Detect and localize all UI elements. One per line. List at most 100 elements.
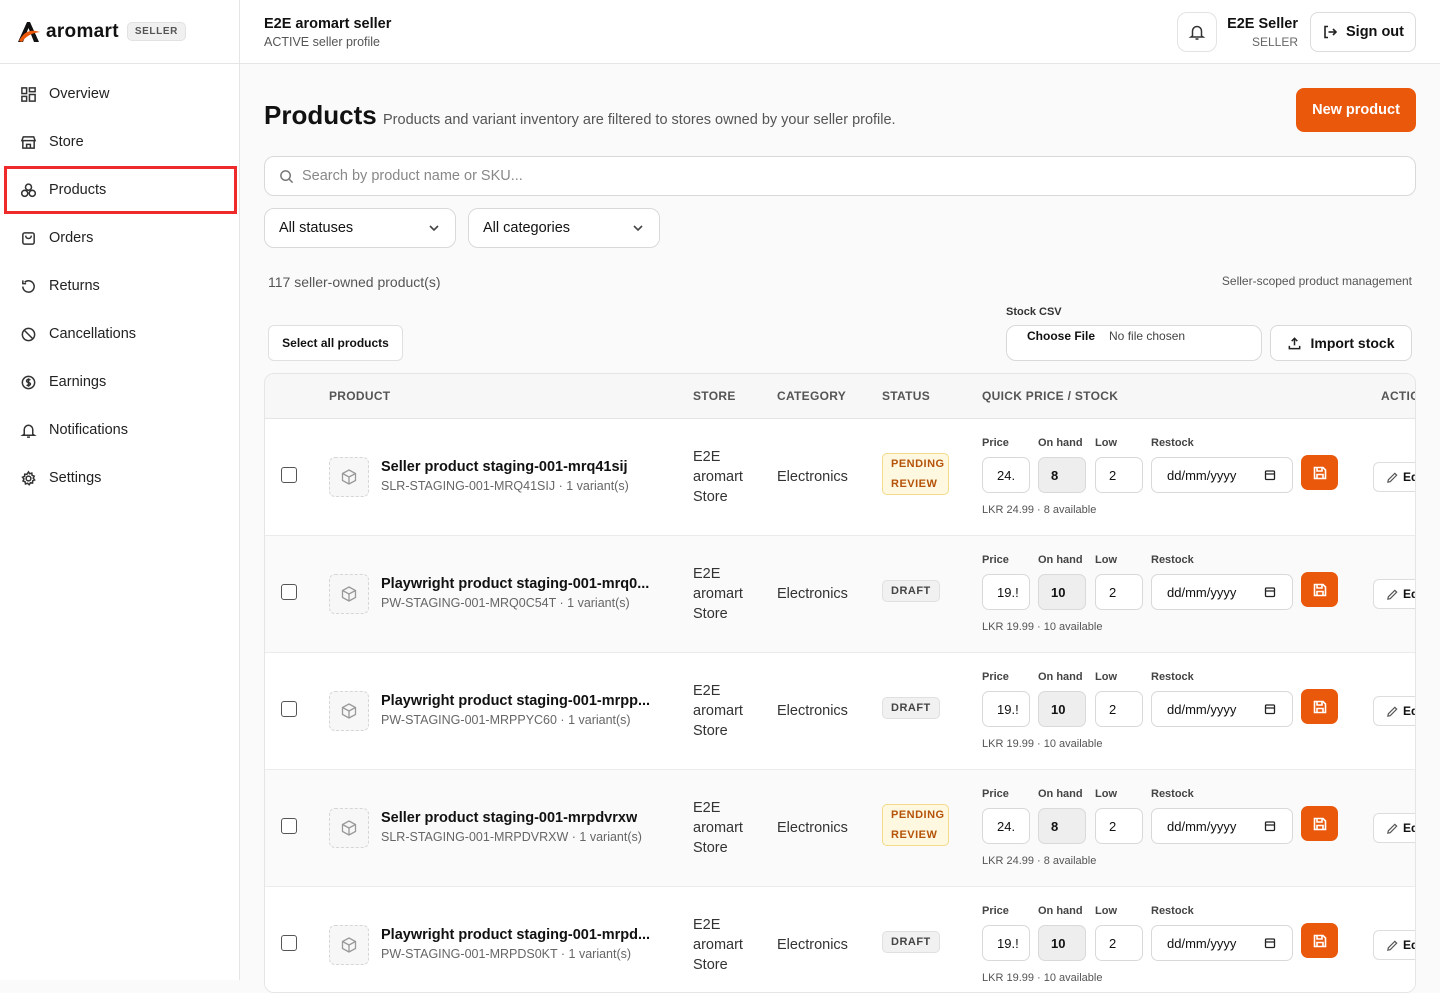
low-stock-input[interactable]: 2	[1095, 691, 1143, 727]
price-input[interactable]: 24.	[982, 457, 1030, 493]
pencil-icon	[1387, 588, 1398, 600]
edit-button[interactable]: Ed	[1373, 696, 1415, 726]
sidebar-item-cancellations[interactable]: Cancellations	[0, 310, 239, 358]
availability-note: LKR 19.99 · 10 available	[982, 621, 1103, 633]
restock-date-input[interactable]: dd/mm/yyyy	[1151, 808, 1293, 844]
table-row: Seller product staging-001-mrpdvrxw SLR-S…	[265, 770, 1415, 887]
restock-date-input[interactable]: dd/mm/yyyy	[1151, 925, 1293, 961]
select-all-button[interactable]: Select all products	[268, 325, 403, 361]
table-row: Playwright product staging-001-mrpp... PW…	[265, 653, 1415, 770]
low-stock-input[interactable]: 2	[1095, 808, 1143, 844]
header-category[interactable]: CATEGORY	[777, 389, 846, 403]
package-icon	[341, 586, 357, 602]
header-product[interactable]: PRODUCT	[329, 389, 390, 403]
header-status[interactable]: STATUS	[882, 389, 930, 403]
calendar-icon	[1264, 938, 1276, 949]
topbar: E2E aromart seller ACTIVE seller profile…	[240, 0, 1440, 64]
notifications-button[interactable]	[1177, 12, 1217, 52]
sidebar-item-earnings[interactable]: Earnings	[0, 358, 239, 406]
price-label: Price	[982, 788, 1009, 800]
ban-icon	[21, 327, 36, 341]
category-filter-select[interactable]: All categories	[468, 208, 660, 248]
edit-button[interactable]: Ed	[1373, 813, 1415, 843]
sidebar-item-orders[interactable]: Orders	[0, 214, 239, 262]
product-thumbnail	[329, 574, 369, 614]
on-hand-input[interactable]: 10	[1038, 925, 1086, 961]
sidebar-item-notifications[interactable]: Notifications	[0, 406, 239, 454]
low-label: Low	[1095, 554, 1117, 566]
calendar-icon	[1264, 587, 1276, 598]
edit-button[interactable]: Ed	[1373, 462, 1415, 492]
sidebar-item-store[interactable]: Store	[0, 118, 239, 166]
on-hand-input[interactable]: 10	[1038, 574, 1086, 610]
sidebar-item-returns[interactable]: Returns	[0, 262, 239, 310]
header-store[interactable]: STORE	[693, 389, 736, 403]
search-input[interactable]	[302, 168, 1302, 184]
row-checkbox[interactable]	[281, 584, 297, 600]
price-input[interactable]: 19.!	[982, 574, 1030, 610]
product-name[interactable]: Seller product staging-001-mrpdvrxw	[381, 810, 637, 826]
row-checkbox[interactable]	[281, 935, 297, 951]
stock-csv-file-input[interactable]: Choose File No file chosen	[1006, 325, 1262, 361]
edit-button[interactable]: Ed	[1373, 579, 1415, 609]
products-table: PRODUCT STORE CATEGORY STATUS QUICK PRIC…	[264, 373, 1416, 993]
product-sku: SLR-STAGING-001-MRQ41SIJ · 1 variant(s)	[381, 479, 629, 493]
pencil-icon	[1387, 822, 1398, 834]
choose-file-button[interactable]: Choose File	[1027, 329, 1095, 343]
edit-button[interactable]: Ed	[1373, 930, 1415, 960]
product-name[interactable]: Seller product staging-001-mrq41sij	[381, 459, 628, 475]
header-actions: ACTIO	[1381, 389, 1416, 403]
new-product-button[interactable]: New product	[1296, 88, 1416, 132]
on-hand-input[interactable]: 8	[1038, 808, 1086, 844]
price-input[interactable]: 24.	[982, 808, 1030, 844]
on-hand-input[interactable]: 10	[1038, 691, 1086, 727]
bell-icon	[1188, 25, 1206, 40]
row-checkbox[interactable]	[281, 818, 297, 834]
save-button[interactable]	[1301, 455, 1338, 490]
product-category: Electronics	[777, 469, 848, 485]
sidebar-item-label: Earnings	[49, 374, 107, 390]
restock-date-placeholder: dd/mm/yyyy	[1167, 701, 1237, 717]
sidebar-item-overview[interactable]: Overview	[0, 70, 239, 118]
restock-date-placeholder: dd/mm/yyyy	[1167, 584, 1237, 600]
availability-note: LKR 24.99 · 8 available	[982, 504, 1097, 516]
save-button[interactable]	[1301, 923, 1338, 958]
header-quick-price-stock: QUICK PRICE / STOCK	[982, 389, 1119, 403]
save-button[interactable]	[1301, 806, 1338, 841]
restock-date-input[interactable]: dd/mm/yyyy	[1151, 457, 1293, 493]
table-row: Playwright product staging-001-mrpd... PW…	[265, 887, 1415, 992]
save-button[interactable]	[1301, 572, 1338, 607]
price-input[interactable]: 19.!	[982, 691, 1030, 727]
product-name[interactable]: Playwright product staging-001-mrq0...	[381, 576, 649, 592]
restock-date-input[interactable]: dd/mm/yyyy	[1151, 691, 1293, 727]
row-checkbox[interactable]	[281, 467, 297, 483]
package-icon	[341, 820, 357, 836]
product-name[interactable]: Playwright product staging-001-mrpp...	[381, 693, 650, 709]
low-stock-input[interactable]: 2	[1095, 457, 1143, 493]
import-stock-button[interactable]: Import stock	[1270, 325, 1412, 361]
sidebar-item-settings[interactable]: Settings	[0, 454, 239, 502]
product-thumbnail	[329, 808, 369, 848]
on-hand-input[interactable]: 8	[1038, 457, 1086, 493]
brand[interactable]: aromart SELLER	[0, 0, 239, 64]
sidebar-item-label: Store	[49, 134, 84, 150]
store-icon	[20, 135, 37, 149]
chevron-down-icon	[429, 225, 439, 232]
status-badge: DRAFT	[882, 697, 940, 719]
status-filter-select[interactable]: All statuses	[264, 208, 456, 248]
product-name[interactable]: Playwright product staging-001-mrpd...	[381, 927, 650, 943]
bag-icon	[22, 231, 35, 245]
availability-note: LKR 19.99 · 10 available	[982, 972, 1103, 984]
row-checkbox[interactable]	[281, 701, 297, 717]
edit-label: Ed	[1403, 821, 1415, 835]
stock-csv-label: Stock CSV	[1006, 306, 1062, 318]
low-stock-input[interactable]: 2	[1095, 925, 1143, 961]
price-input[interactable]: 19.!	[982, 925, 1030, 961]
restock-date-input[interactable]: dd/mm/yyyy	[1151, 574, 1293, 610]
product-count: 117 seller-owned product(s)	[268, 274, 441, 290]
save-button[interactable]	[1301, 689, 1338, 724]
sign-out-button[interactable]: Sign out	[1310, 12, 1416, 52]
low-stock-input[interactable]: 2	[1095, 574, 1143, 610]
availability-note: LKR 24.99 · 8 available	[982, 855, 1097, 867]
sidebar-item-products[interactable]: Products	[4, 166, 237, 214]
